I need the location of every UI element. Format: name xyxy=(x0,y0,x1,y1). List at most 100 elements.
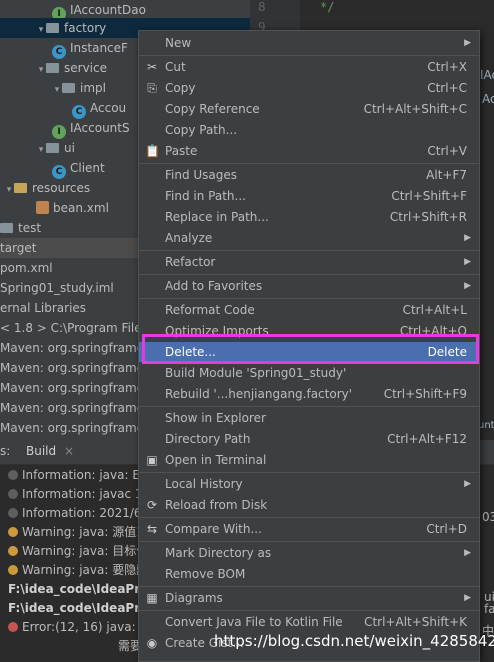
chevron-down-icon[interactable]: ▾ xyxy=(36,60,46,80)
log-text: Information: javac 1.8.0 xyxy=(22,487,148,501)
menu-shortcut: Ctrl+D xyxy=(426,522,467,536)
watermark-text: https://blog.csdn.net/weixin_42858422 xyxy=(214,632,494,650)
menu-item-build-module-spring01-study[interactable]: Build Module 'Spring01_study' xyxy=(139,363,479,383)
menu-item-label: Mark Directory as xyxy=(165,546,272,560)
tree-item-label: service xyxy=(64,61,107,75)
menu-shortcut: Ctrl+Alt+Shift+C xyxy=(363,102,467,116)
info-icon xyxy=(8,508,18,518)
menu-item-rebuild-henjiangang-factory[interactable]: Rebuild '...henjiangang.factory' Ctrl+Shi… xyxy=(139,384,479,404)
folder-icon xyxy=(46,143,59,153)
menu-item-label: Directory Path xyxy=(165,432,251,446)
menu-separator xyxy=(139,586,479,587)
folder-icon xyxy=(62,83,75,93)
tree-item-label: bean.xml xyxy=(53,201,109,215)
menu-item-compare-with[interactable]: ⇆ Compare With... Ctrl+D xyxy=(139,519,479,539)
menu-item-cut[interactable]: ✂ Cut Ctrl+X xyxy=(139,57,479,77)
menu-separator xyxy=(139,298,479,299)
menu-item-copy-reference[interactable]: Copy Reference Ctrl+Alt+Shift+C xyxy=(139,99,479,119)
folder-icon xyxy=(46,63,59,73)
menu-icon: ⇆ xyxy=(146,522,158,536)
log-line[interactable]: Information: 2021/6/7 xyxy=(8,504,148,523)
panel-prefix: s: xyxy=(0,444,11,458)
log-text: Error:(12, 16) java: xyxy=(22,620,136,634)
tree-item-label: ui xyxy=(64,141,75,155)
menu-separator xyxy=(139,472,479,473)
tree-item-label: < 1.8 > C:\Program Files xyxy=(0,321,148,335)
menu-item-label: Reformat Code xyxy=(165,303,255,317)
log-line[interactable]: Information: java: Erro xyxy=(8,466,148,485)
tab-build[interactable]: Build xyxy=(26,444,56,458)
menu-item-label: Local History xyxy=(165,477,243,491)
menu-item-label: Analyze xyxy=(165,231,213,245)
chevron-down-icon[interactable]: ▾ xyxy=(36,140,46,160)
tree-item-label: test xyxy=(18,221,42,235)
menu-icon: ▦ xyxy=(146,591,158,605)
menu-icon: ▣ xyxy=(146,453,158,467)
tree-item-label: ernal Libraries xyxy=(0,301,87,315)
menu-item-copy[interactable]: ⎘ Copy Ctrl+C xyxy=(139,78,479,98)
log-line[interactable]: Warning: java: 要隐藏有 xyxy=(8,561,148,580)
menu-item-open-in-terminal[interactable]: ▣ Open in Terminal xyxy=(139,450,479,470)
close-icon[interactable]: × xyxy=(64,444,74,458)
warning-icon xyxy=(8,546,18,556)
menu-item-diagrams[interactable]: ▦ Diagrams ▶ xyxy=(139,588,479,608)
menu-item-remove-bom[interactable]: Remove BOM xyxy=(139,564,479,584)
log-line[interactable]: F:\idea_code\IdeaProj xyxy=(8,599,148,618)
menu-item-local-history[interactable]: Local History ▶ xyxy=(139,474,479,494)
log-line[interactable]: Warning: java: 目标值1. xyxy=(8,542,148,561)
menu-shortcut: Ctrl+C xyxy=(427,81,467,95)
menu-shortcut: Ctrl+Alt+L xyxy=(402,303,467,317)
menu-item-new[interactable]: New ▶ xyxy=(139,33,479,53)
menu-shortcut: Ctrl+Shift+F xyxy=(391,189,467,203)
menu-item-refactor[interactable]: Refactor ▶ xyxy=(139,252,479,272)
log-line[interactable]: Error:(12, 16) java: xyxy=(8,618,148,637)
menu-item-reload-from-disk[interactable]: ⟳ Reload from Disk xyxy=(139,495,479,515)
warning-icon xyxy=(8,565,18,575)
menu-item-copy-path[interactable]: Copy Path... xyxy=(139,120,479,140)
menu-item-mark-directory-as[interactable]: Mark Directory as ▶ xyxy=(139,543,479,563)
log-text: F:\idea_code\IdeaProj xyxy=(8,601,148,615)
menu-item-label: Copy Reference xyxy=(165,102,260,116)
menu-separator xyxy=(139,250,479,251)
tree-item-label: Maven: org.springframe xyxy=(0,361,145,375)
info-icon xyxy=(8,470,18,480)
log-peek: fa xyxy=(484,602,494,616)
submenu-arrow-icon: ▶ xyxy=(464,593,471,603)
menu-item-find-in-path[interactable]: Find in Path... Ctrl+Shift+F xyxy=(139,186,479,206)
log-line[interactable]: Information: javac 1.8.0 xyxy=(8,485,148,504)
menu-item-add-to-favorites[interactable]: Add to Favorites ▶ xyxy=(139,276,479,296)
menu-item-label: Find in Path... xyxy=(165,189,246,203)
submenu-arrow-icon: ▶ xyxy=(464,281,471,291)
tree-item-label: Maven: org.springframe xyxy=(0,341,145,355)
chevron-down-icon[interactable]: ▾ xyxy=(4,180,14,200)
tree-item-label: Maven: org.springframe xyxy=(0,421,145,435)
chevron-down-icon[interactable]: ▾ xyxy=(52,80,62,100)
tree-item-label: Maven: org.springframe xyxy=(0,381,145,395)
menu-separator xyxy=(139,541,479,542)
menu-item-label: Paste xyxy=(165,144,198,158)
interface-icon: I xyxy=(52,125,66,139)
log-peek: 03 xyxy=(482,510,494,524)
log-line[interactable]: F:\idea_code\IdeaProj xyxy=(8,580,148,599)
menu-item-reformat-code[interactable]: Reformat Code Ctrl+Alt+L xyxy=(139,300,479,320)
tree-item-label: resources xyxy=(32,181,91,195)
menu-item-show-in-explorer[interactable]: Show in Explorer xyxy=(139,408,479,428)
menu-item-directory-path[interactable]: Directory Path Ctrl+Alt+F12 xyxy=(139,429,479,449)
menu-item-analyze[interactable]: Analyze ▶ xyxy=(139,228,479,248)
log-line[interactable]: Warning: java: 源值1.5已 xyxy=(8,523,148,542)
menu-item-label: Show in Explorer xyxy=(165,411,266,425)
tree-item-label: Spring01_study.iml xyxy=(0,281,114,295)
submenu-arrow-icon: ▶ xyxy=(464,479,471,489)
tree-item-label: InstanceF xyxy=(70,41,128,55)
chevron-down-icon[interactable]: ▾ xyxy=(36,20,46,40)
menu-item-find-usages[interactable]: Find Usages Alt+F7 xyxy=(139,165,479,185)
menu-item-paste[interactable]: 📋 Paste Ctrl+V xyxy=(139,141,479,161)
tree-item-label: IAccountS xyxy=(70,121,130,135)
menu-item-convert-java-file-to-kotlin-file[interactable]: Convert Java File to Kotlin File Ctrl+Alt… xyxy=(139,612,479,632)
menu-icon: ✂ xyxy=(146,60,158,74)
menu-item-label: Remove BOM xyxy=(165,567,246,581)
menu-item-replace-in-path[interactable]: Replace in Path... Ctrl+Shift+R xyxy=(139,207,479,227)
tree-item-label: Maven: org.springframe xyxy=(0,401,145,415)
menu-separator xyxy=(139,163,479,164)
menu-item-label: Diagrams xyxy=(165,591,223,605)
